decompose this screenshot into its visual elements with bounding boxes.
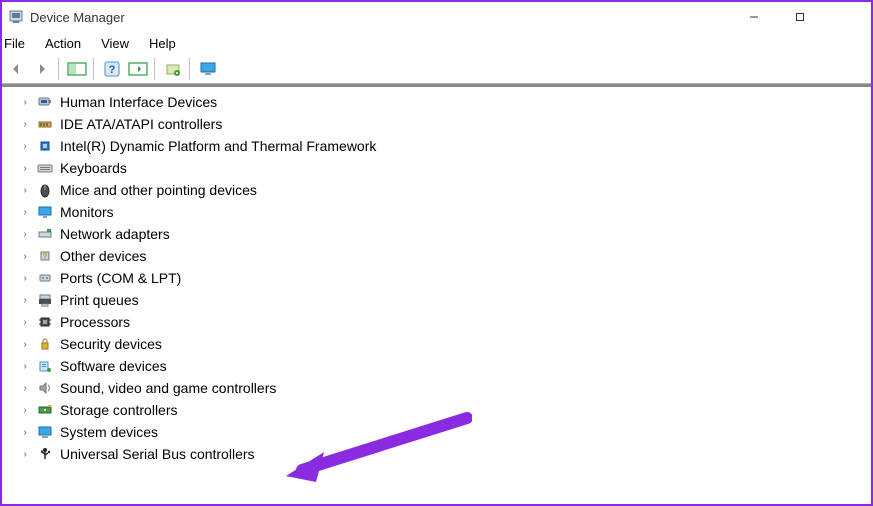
monitor-icon [36,203,54,221]
menu-file[interactable]: File [2,34,35,53]
ports-icon [36,269,54,287]
tree-node-storage[interactable]: › Storage controllers [20,399,871,421]
hid-icon [36,93,54,111]
tree-node-label: Sound, video and game controllers [60,380,276,396]
keyboard-icon [36,159,54,177]
toolbar: ? [2,54,871,84]
chevron-right-icon[interactable]: › [20,317,30,328]
tree-node-mice[interactable]: › Mice and other pointing devices [20,179,871,201]
tree-node-other[interactable]: › ? Other devices [20,245,871,267]
chevron-right-icon[interactable]: › [20,361,30,372]
toolbar-separator [189,58,192,80]
chevron-right-icon[interactable]: › [20,427,30,438]
device-tree[interactable]: › Human Interface Devices › IDE ATA/ATAP… [2,87,871,504]
tree-node-label: Monitors [60,204,114,220]
chevron-right-icon[interactable]: › [20,119,30,130]
chevron-right-icon[interactable]: › [20,339,30,350]
help-icon[interactable]: ? [100,57,124,81]
tree-node-usb[interactable]: › Universal Serial Bus controllers [20,443,871,465]
svg-text:?: ? [43,252,48,261]
app-icon [8,9,24,25]
menu-help[interactable]: Help [139,34,186,53]
tree-node-ide[interactable]: › IDE ATA/ATAPI controllers [20,113,871,135]
menu-bar: File Action View Help [2,32,871,54]
printer-icon [36,291,54,309]
monitor-icon[interactable] [196,57,220,81]
tree-node-network[interactable]: › Network adapters [20,223,871,245]
menu-action[interactable]: Action [35,34,91,53]
window-controls [731,2,869,32]
chevron-right-icon[interactable]: › [20,97,30,108]
tree-node-processors[interactable]: › Processors [20,311,871,333]
toolbar-separator [58,58,61,80]
tree-node-sound[interactable]: › Sound, video and game controllers [20,377,871,399]
chevron-right-icon[interactable]: › [20,207,30,218]
tree-node-ports[interactable]: › Ports (COM & LPT) [20,267,871,289]
tree-node-print-queues[interactable]: › Print queues [20,289,871,311]
svg-text:?: ? [109,64,116,76]
tree-node-label: Mice and other pointing devices [60,182,257,198]
tree-node-label: Other devices [60,248,146,264]
chevron-right-icon[interactable]: › [20,295,30,306]
tree-node-label: Print queues [60,292,139,308]
tree-node-system[interactable]: › System devices [20,421,871,443]
tree-node-intel-platform[interactable]: › Intel(R) Dynamic Platform and Thermal … [20,135,871,157]
usb-icon [36,445,54,463]
back-button[interactable] [4,57,28,81]
chevron-right-icon[interactable]: › [20,185,30,196]
toolbar-separator [154,58,157,80]
chevron-right-icon[interactable]: › [20,273,30,284]
tree-node-security[interactable]: › Security devices [20,333,871,355]
ide-icon [36,115,54,133]
window-title: Device Manager [30,10,731,25]
menu-view[interactable]: View [91,34,139,53]
show-hide-console-icon[interactable] [65,57,89,81]
tree-node-keyboards[interactable]: › Keyboards [20,157,871,179]
tree-node-label: Intel(R) Dynamic Platform and Thermal Fr… [60,138,376,154]
minimize-button[interactable] [731,2,777,32]
tree-node-label: Universal Serial Bus controllers [60,446,255,462]
tree-node-label: Keyboards [60,160,127,176]
storage-icon [36,401,54,419]
tree-node-hid[interactable]: › Human Interface Devices [20,91,871,113]
scan-hardware-icon[interactable] [126,57,150,81]
tree-node-label: Processors [60,314,130,330]
tree-node-label: IDE ATA/ATAPI controllers [60,116,222,132]
chevron-right-icon[interactable]: › [20,405,30,416]
tree-node-software[interactable]: › Software devices [20,355,871,377]
chip-icon [36,137,54,155]
network-icon [36,225,54,243]
tree-node-label: Network adapters [60,226,170,242]
speaker-icon [36,379,54,397]
toolbar-separator [93,58,96,80]
mouse-icon [36,181,54,199]
tree-node-label: Software devices [60,358,167,374]
chevron-right-icon[interactable]: › [20,229,30,240]
tree-node-label: System devices [60,424,158,440]
update-driver-icon[interactable] [161,57,185,81]
tree-node-label: Security devices [60,336,162,352]
system-icon [36,423,54,441]
tree-node-label: Human Interface Devices [60,94,217,110]
forward-button[interactable] [30,57,54,81]
tree-node-monitors[interactable]: › Monitors [20,201,871,223]
chevron-right-icon[interactable]: › [20,383,30,394]
maximize-button[interactable] [777,2,823,32]
software-icon [36,357,54,375]
security-icon [36,335,54,353]
cpu-icon [36,313,54,331]
chevron-right-icon[interactable]: › [20,251,30,262]
tree-node-label: Storage controllers [60,402,178,418]
unknown-device-icon: ? [36,247,54,265]
chevron-right-icon[interactable]: › [20,449,30,460]
tree-node-label: Ports (COM & LPT) [60,270,181,286]
chevron-right-icon[interactable]: › [20,141,30,152]
title-bar: Device Manager [2,2,871,32]
chevron-right-icon[interactable]: › [20,163,30,174]
